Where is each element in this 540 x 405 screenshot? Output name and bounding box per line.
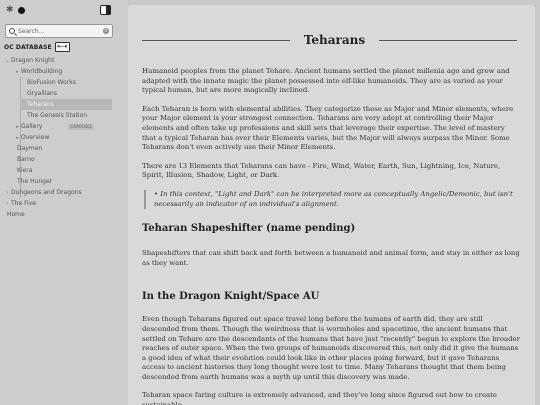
dark-mode-icon[interactable] — [17, 6, 25, 14]
sidebar-item-worldbuilding[interactable]: ▸ Worldbuilding — [0, 66, 128, 77]
search-input[interactable] — [18, 26, 100, 36]
sidebar-item-overview[interactable]: ▸ Overview — [0, 132, 128, 143]
paragraph: Shapeshifters that can shift back and fo… — [142, 249, 520, 267]
sidebar-item-label: Dragon Knight — [11, 57, 55, 64]
navigation-tree: ⌄ Dragon Knight ▸ Worldbuilding BioFusion Wo… — [0, 55, 128, 220]
sidebar-item-label: Gryallians — [27, 90, 57, 97]
sidebar-item-gallery[interactable]: ▸ Gallery CAROUSEL — [0, 121, 128, 132]
sidebar-item-barno[interactable]: Barno — [0, 154, 128, 165]
sidebar-item-label: Daymen — [17, 145, 43, 152]
sidebar-item-label: Dungeons and Dragons — [11, 189, 82, 196]
sidebar-item-label: The Genesis Station — [27, 112, 88, 119]
title-divider-left — [142, 40, 290, 41]
sidebar-item-label: Kiera — [17, 167, 33, 174]
search-box[interactable]: × — [5, 24, 113, 38]
chevron-icon[interactable]: ⌄ — [4, 58, 11, 64]
main-content: Teharans Humanoid peoples from the plane… — [128, 5, 535, 405]
paragraph: There are 13 Elements that Teharans can … — [142, 161, 501, 180]
theme-controls: ✱ — [6, 5, 25, 15]
sidebar-item-the-five[interactable]: › The Five — [0, 198, 128, 209]
sidebar-item-label: Gallery — [21, 123, 43, 130]
sidebar-item-label: Teharans — [27, 101, 54, 108]
sidebar-item-teharans[interactable]: Teharans — [20, 99, 112, 110]
clear-search-icon[interactable]: × — [103, 28, 109, 34]
chevron-icon[interactable]: › — [4, 190, 11, 196]
paragraph: Each Teharan is born with elemental abil… — [142, 104, 514, 152]
chevron-icon[interactable]: ▸ — [14, 124, 21, 130]
sun-icon[interactable]: ✱ — [6, 5, 14, 15]
section-heading: In the Dragon Knight/Space AU — [142, 291, 320, 303]
section-heading: Teharan Shapeshifter (name pending) — [142, 223, 356, 235]
title-row: Teharans — [142, 31, 517, 49]
sidebar-item-daymen[interactable]: Daymen — [0, 143, 128, 154]
database-header: OC DATABASE ⇤⇥ — [4, 42, 70, 52]
paragraph: Even though Teharans figured out space t… — [142, 315, 520, 381]
sidebar-toggle-icon[interactable] — [100, 5, 111, 15]
sidebar-item-label: The Five — [11, 200, 36, 207]
sidebar-item-the-hunger[interactable]: The Hunger — [0, 176, 128, 187]
collapse-all-button[interactable]: ⇤⇥ — [54, 42, 70, 52]
sidebar-item-label: Worldbuilding — [21, 68, 63, 75]
search-icon — [9, 28, 15, 34]
chevron-icon[interactable]: › — [4, 201, 11, 207]
sidebar-item-dragon-knight[interactable]: ⌄ Dragon Knight — [0, 55, 128, 66]
chevron-icon[interactable]: ▸ — [14, 69, 21, 75]
sidebar-item-biofusion-works[interactable]: BioFusion Works — [0, 77, 128, 88]
gallery-badge: CAROUSEL — [68, 123, 95, 130]
chevron-icon[interactable]: ▸ — [14, 135, 21, 141]
sidebar-item-the-genesis-station[interactable]: The Genesis Station — [0, 110, 128, 121]
note-quote: • In this context, "Light and Dark" can … — [144, 189, 520, 210]
sidebar: ✱ × OC DATABASE ⇤⇥ ⌄Dragon Knight▸Worldb… — [0, 0, 128, 405]
sidebar-item-home[interactable]: Home — [0, 209, 128, 220]
sidebar-item-label: Barno — [17, 156, 35, 163]
sidebar-item-label: Overview — [21, 134, 50, 141]
sidebar-item-gryallians[interactable]: Gryallians — [0, 88, 128, 99]
article-body: Humanoid peoples from the planet Tehare.… — [142, 67, 520, 405]
sidebar-item-label: BioFusion Works — [27, 79, 76, 86]
sidebar-item-label: The Hunger — [17, 178, 53, 185]
sidebar-item-kiera[interactable]: Kiera — [0, 165, 128, 176]
paragraph: Teharan space faring culture is extremel… — [142, 391, 497, 405]
title-divider-right — [379, 40, 517, 41]
sidebar-item-label: Home — [7, 211, 25, 218]
paragraph: Humanoid peoples from the planet Tehare.… — [142, 67, 510, 95]
sidebar-item-dungeons-and-dragons[interactable]: › Dungeons and Dragons — [0, 187, 128, 198]
page-title: Teharans — [303, 33, 366, 47]
database-label: OC DATABASE — [4, 43, 52, 51]
